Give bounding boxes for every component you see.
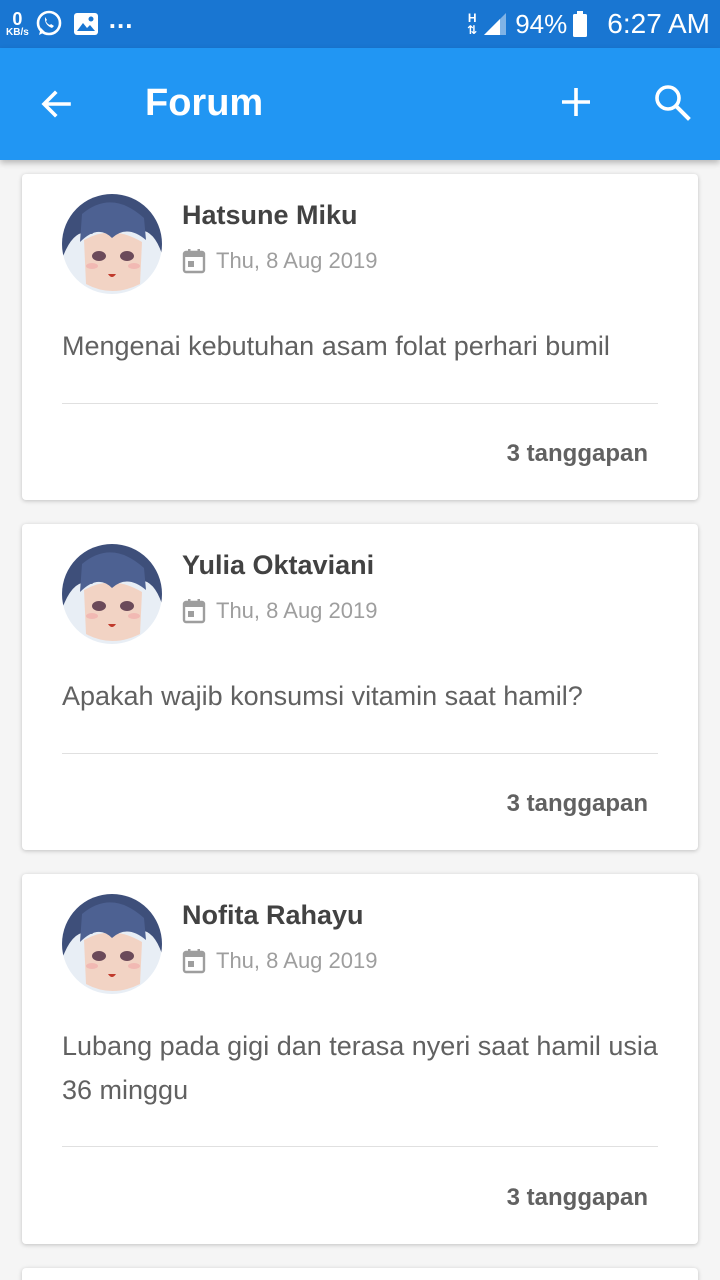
forum-post-card[interactable]: Hatsune Miku Thu, 8 Aug 2019 Mengenai ke…	[22, 174, 698, 500]
post-date: Thu, 8 Aug 2019	[216, 598, 378, 623]
calendar-icon	[182, 248, 206, 274]
replies-count[interactable]: 3 tanggapan	[507, 790, 648, 818]
post-question: Mengenai kebutuhan asam folat perhari bu…	[62, 331, 610, 361]
status-bar-right: H ⇅ 94% 6:27 AM	[467, 8, 710, 40]
post-date-row: Thu, 8 Aug 2019	[182, 598, 377, 624]
add-post-button[interactable]	[556, 84, 596, 124]
status-bar: 0 KB/s ... H ⇅ 94% 6:27 AM	[0, 0, 720, 48]
avatar[interactable]	[62, 194, 162, 294]
replies-count[interactable]: 3 tanggapan	[507, 1184, 648, 1212]
more-notifications: ...	[108, 3, 134, 34]
divider	[62, 403, 658, 404]
forum-feed[interactable]: Hatsune Miku Thu, 8 Aug 2019 Mengenai ke…	[0, 160, 720, 1280]
avatar[interactable]	[62, 544, 162, 644]
search-icon	[653, 83, 691, 126]
post-date: Thu, 8 Aug 2019	[216, 248, 378, 273]
network-speed: 0 KB/s	[6, 10, 29, 38]
forum-post-card[interactable]	[22, 1268, 698, 1280]
whatsapp-icon	[35, 10, 63, 38]
clock: 6:27 AM	[607, 8, 710, 39]
data-arrows-icon: ⇅	[467, 23, 478, 37]
plus-icon	[560, 86, 592, 123]
battery-percent: 94%	[515, 8, 568, 39]
network-type-indicator: H ⇅	[467, 12, 477, 36]
post-author: Nofita Rahayu	[182, 900, 364, 930]
post-date: Thu, 8 Aug 2019	[216, 948, 378, 973]
app-bar: Forum	[0, 48, 720, 160]
gallery-icon	[73, 12, 99, 36]
replies-count[interactable]: 3 tanggapan	[507, 440, 648, 468]
search-button[interactable]	[652, 84, 692, 124]
avatar[interactable]	[62, 894, 162, 994]
forum-post-card[interactable]: Yulia Oktaviani Thu, 8 Aug 2019 Apakah w…	[22, 524, 698, 850]
battery-icon	[573, 11, 588, 37]
page-title: Forum	[145, 82, 264, 124]
network-speed-value: 0	[12, 9, 23, 29]
forum-post-card[interactable]: Nofita Rahayu Thu, 8 Aug 2019 Lubang pad…	[22, 874, 698, 1244]
post-date-row: Thu, 8 Aug 2019	[182, 948, 377, 974]
divider	[62, 753, 658, 754]
post-author: Yulia Oktaviani	[182, 550, 375, 580]
back-button[interactable]	[36, 86, 76, 126]
divider	[62, 1146, 658, 1147]
post-date-row: Thu, 8 Aug 2019	[182, 248, 377, 274]
post-question: Lubang pada gigi dan terasa nyeri saat h…	[62, 1031, 658, 1105]
status-bar-left: 0 KB/s ...	[6, 4, 133, 38]
calendar-icon	[182, 598, 206, 624]
post-author: Hatsune Miku	[182, 200, 358, 230]
arrow-back-icon	[39, 87, 73, 126]
calendar-icon	[182, 948, 206, 974]
signal-icon	[483, 12, 507, 36]
post-question: Apakah wajib konsumsi vitamin saat hamil…	[62, 681, 583, 711]
network-speed-unit: KB/s	[6, 27, 29, 38]
